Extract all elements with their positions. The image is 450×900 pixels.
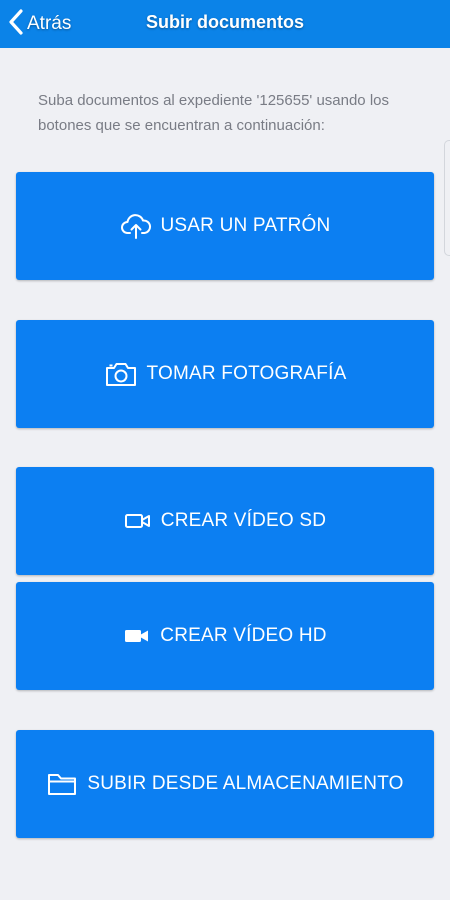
take-photo-label: TOMAR FOTOGRAFÍA: [146, 363, 347, 384]
video-filled-icon: [123, 627, 151, 645]
camera-icon: [104, 360, 138, 388]
top-bar: Atrás Subir documentos: [0, 0, 450, 48]
folder-icon: [46, 770, 78, 798]
use-template-button[interactable]: USAR UN PATRÓN: [16, 172, 434, 280]
take-photo-button[interactable]: TOMAR FOTOGRAFÍA: [16, 320, 434, 428]
create-video-sd-button[interactable]: CREAR VÍDEO SD: [16, 467, 434, 575]
side-drawer-handle[interactable]: [444, 140, 450, 256]
upload-from-storage-label: SUBIR DESDE ALMACENAMIENTO: [87, 773, 404, 794]
create-video-hd-label: CREAR VÍDEO HD: [160, 625, 327, 646]
upload-from-storage-button[interactable]: SUBIR DESDE ALMACENAMIENTO: [16, 730, 434, 838]
cloud-upload-icon: [120, 212, 152, 240]
create-video-hd-button[interactable]: CREAR VÍDEO HD: [16, 582, 434, 690]
use-template-label: USAR UN PATRÓN: [160, 215, 331, 236]
page-title: Subir documentos: [145, 12, 304, 32]
video-outline-icon: [124, 512, 152, 530]
create-video-sd-label: CREAR VÍDEO SD: [160, 510, 327, 531]
intro-text: Suba documentos al expediente '125655' u…: [38, 92, 389, 134]
